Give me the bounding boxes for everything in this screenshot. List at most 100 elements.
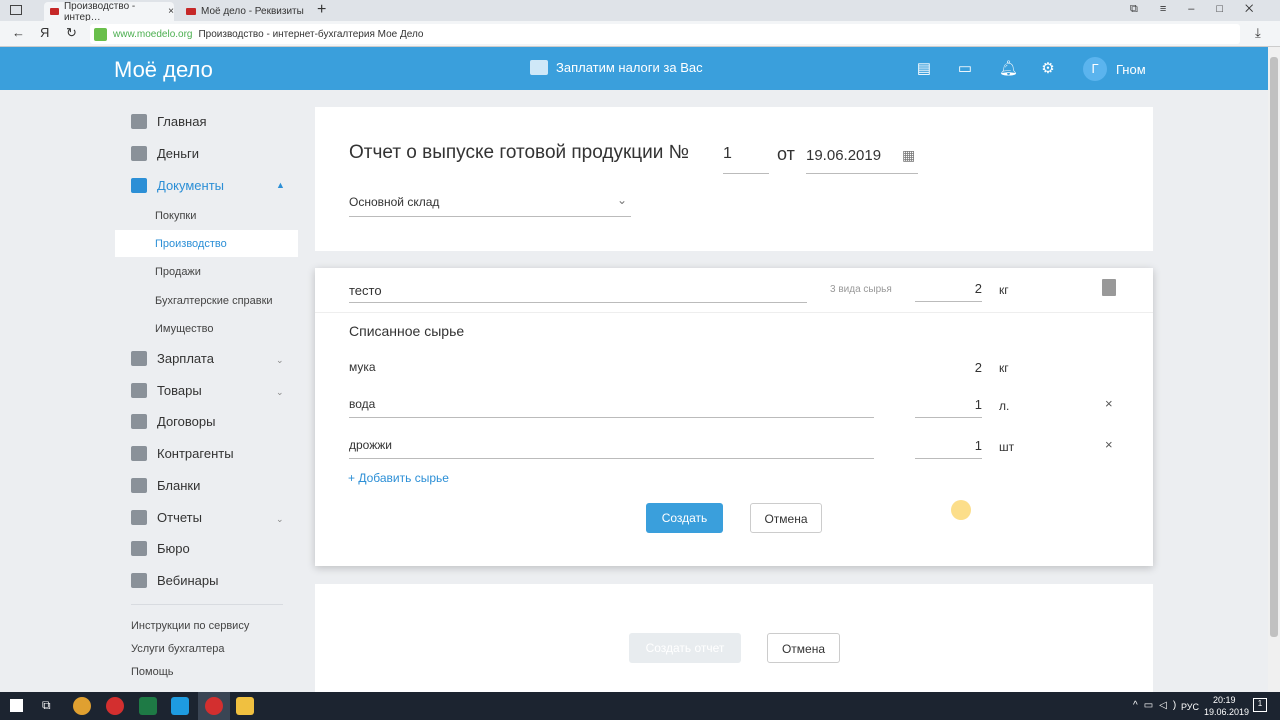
chevron-up-icon[interactable]: ▲ [276,180,285,190]
calendar-icon[interactable]: ▦ [902,147,915,164]
scrollbar[interactable] [1268,47,1280,692]
tab-production[interactable]: Производство - интер… × [44,0,174,23]
sidebar-item-goods[interactable]: Товары [131,383,202,398]
product-name-input[interactable]: тесто [349,282,807,303]
product-qty-value: 2 [974,281,982,296]
material-name-input[interactable]: вода [349,397,874,418]
sidebar-item-label: Документы [157,178,225,193]
messages-icon[interactable]: ▭ [957,61,973,77]
create-report-button[interactable]: Создать отчет [629,633,741,663]
briefcase-icon [131,541,147,556]
back-icon[interactable]: ← [12,25,25,40]
favicon-icon [186,8,196,15]
material-qty: 1 [974,438,982,453]
clock-date[interactable]: 19.06.2019 [1204,707,1249,717]
material-unit: шт [999,440,1015,454]
chevron-down-icon[interactable]: ⌄ [276,355,284,366]
avatar[interactable]: Г [1083,57,1107,81]
goods-icon [131,383,147,398]
report-number-value: 1 [723,145,732,162]
sidebar-item-money[interactable]: Деньги [131,146,199,161]
tab-label: Производство - интер… [63,0,136,23]
chevron-down-icon[interactable]: ⌄ [276,387,284,398]
material-unit: л. [999,399,1010,413]
sidebar-item-bureau[interactable]: Бюро [131,541,190,556]
reload-icon[interactable]: ↻ [66,25,77,41]
close-tab-icon[interactable]: × [168,6,174,17]
tray-icons[interactable]: ^▭◁) [1133,700,1182,711]
remove-icon[interactable]: × [1105,437,1113,452]
warehouse-select[interactable]: Основной склад ⌄ [349,193,631,217]
pay-taxes-link[interactable]: Заплатим налоги за Вас [530,60,703,75]
lock-icon [94,27,107,41]
sidebar-item-forms[interactable]: Бланки [131,478,200,493]
yandex-icon[interactable]: Я [40,25,49,40]
sidebar-sub-sales[interactable]: Продажи [155,266,201,278]
sidebar-item-home[interactable]: Главная [131,114,206,129]
user-name[interactable]: Гном [1116,62,1146,77]
sidebar-sub-accounting-references[interactable]: Бухгалтерские справки [155,295,273,307]
add-material-link[interactable]: + Добавить сырье [348,471,449,485]
url-input[interactable]: www.moedelo.org Производство - интернет-… [90,24,1240,44]
task-view-icon[interactable]: ⧉ [42,698,51,713]
link-instructions[interactable]: Инструкции по сервису [131,620,249,632]
sidebar-item-label: Договоры [157,414,216,429]
create-button[interactable]: Создать [646,503,723,533]
chevron-down-icon: ⌄ [616,193,627,207]
chevron-down-icon[interactable]: ⌄ [276,514,284,525]
windows-start-icon[interactable] [10,699,23,712]
sidebar-item-counterparties[interactable]: Контрагенты [131,446,234,461]
sidebar-sub-purchases[interactable]: Покупки [155,210,196,222]
browser-tab-bar: Производство - интер… × Моё дело - Реквиз… [0,0,1280,23]
chat-icon[interactable]: ▤ [916,61,932,77]
material-name: вода [349,397,376,411]
window-controls[interactable]: ⧉≡–□✕ [1130,3,1275,16]
yandex-browser-active-icon[interactable] [198,692,230,720]
sidebar-item-label: Контрагенты [157,446,234,461]
sidebar-item-salary[interactable]: Зарплата [131,351,214,366]
file-explorer-icon[interactable] [236,697,254,715]
logo[interactable]: Моё дело [114,57,213,83]
download-icon[interactable]: ⤓ [1255,25,1261,41]
product-card: тесто 3 вида сырья 2 кг Списанное сырье … [315,268,1153,566]
sidebar-sub-production[interactable]: Производство [155,238,227,250]
report-number-input[interactable]: 1 [723,145,769,174]
taskbar: ⧉ ^▭◁) РУС 20:19 19.06.2019 1 [0,692,1280,720]
cancel-button[interactable]: Отмена [750,503,822,533]
skype-icon[interactable] [171,697,189,715]
sidebar-sub-property[interactable]: Имущество [155,323,214,335]
sidebar-toggle-icon[interactable] [10,5,22,15]
material-qty-input[interactable]: 1 [915,397,982,418]
material-qty-input[interactable]: 1 [915,438,982,459]
excel-icon[interactable] [139,697,157,715]
tab-requisites[interactable]: Моё дело - Реквизиты [180,2,310,21]
sidebar-item-webinars[interactable]: Вебинары [131,573,218,588]
cash-register-icon [530,60,548,75]
reports-icon [131,510,147,525]
chrome-icon[interactable] [73,697,91,715]
sidebar-item-documents[interactable]: Документы [131,178,224,193]
trash-icon[interactable] [1102,279,1116,296]
date-input[interactable]: 19.06.2019 ▦ [806,147,918,174]
clock-time[interactable]: 20:19 [1213,695,1236,705]
product-qty-input[interactable]: 2 [915,280,982,302]
link-accountant-services[interactable]: Услуги бухгалтера [131,643,225,655]
new-tab-button[interactable]: + [317,1,326,19]
notifications-icon[interactable]: 1 [1253,698,1267,712]
gear-icon[interactable]: ⚙ [1040,61,1056,77]
material-name-input[interactable]: дрожжи [349,438,874,459]
sidebar-item-reports[interactable]: Отчеты [131,510,202,525]
yandex-browser-icon[interactable] [106,697,124,715]
remove-icon[interactable]: × [1105,396,1113,411]
sidebar-item-label: Главная [157,114,207,129]
product-unit: кг [999,283,1009,297]
sidebar-item-contracts[interactable]: Договоры [131,414,215,429]
language-indicator[interactable]: РУС [1181,702,1199,712]
link-help[interactable]: Помощь [131,666,174,678]
footer-cancel-button[interactable]: Отмена [767,633,840,663]
sidebar-item-label: Бланки [157,478,201,493]
favicon-icon [50,8,59,15]
bell-icon[interactable]: 🔔︎ [999,61,1018,77]
sidebar-item-label: Бюро [157,541,190,556]
webinar-icon [131,573,147,588]
